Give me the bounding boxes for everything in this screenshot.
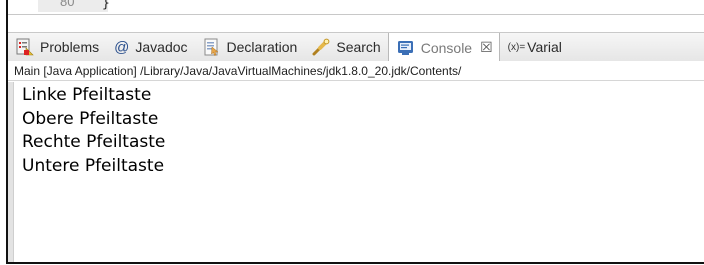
console-output-line: Rechte Pfeiltaste [22,132,166,152]
problems-icon [16,38,34,56]
console-output-area[interactable]: Linke Pfeiltaste Obere Pfeiltaste Rechte… [8,82,704,262]
tab-variables-label: Varial [527,39,562,55]
tab-console[interactable]: Console ☒ [387,33,500,62]
tab-javadoc[interactable]: @ Javadoc [106,33,194,61]
view-tab-bar: Problems @ Javadoc Declaration Search Co… [8,32,704,62]
tab-javadoc-label: Javadoc [135,39,188,55]
console-launch-title: Main [Java Application] /Library/Java/Ja… [8,61,704,81]
tab-problems[interactable]: Problems [8,33,106,61]
tab-variables[interactable]: (x)= Varial [500,33,569,61]
javadoc-at-icon: @ [114,38,130,56]
tab-console-label: Console [420,39,473,56]
console-output-lines: Linke Pfeiltaste Obere Pfeiltaste Rechte… [22,84,165,178]
console-output-line: Obere Pfeiltaste [22,108,159,129]
console-left-ruler [8,82,14,262]
console-view-frame: 80 } Problems @ Javadoc Declaration Sear… [6,0,704,264]
tab-search[interactable]: Search [304,33,387,61]
tab-problems-label: Problems [40,39,100,55]
editor-strip: 80 } [8,0,704,15]
close-tab-icon[interactable]: ☒ [480,39,493,56]
console-output-line: Linke Pfeiltaste [22,85,152,105]
search-flashlight-icon [312,38,330,56]
tab-declaration-label: Declaration [226,39,298,55]
editor-line-number: 80 [38,0,108,12]
editor-code-fragment: } [102,0,110,11]
tab-search-label: Search [336,39,381,55]
declaration-icon [203,38,221,56]
console-icon [397,39,415,57]
variables-icon: (x)= [507,41,526,53]
tab-declaration[interactable]: Declaration [195,33,305,61]
console-output-line: Untere Pfeiltaste [22,155,165,176]
